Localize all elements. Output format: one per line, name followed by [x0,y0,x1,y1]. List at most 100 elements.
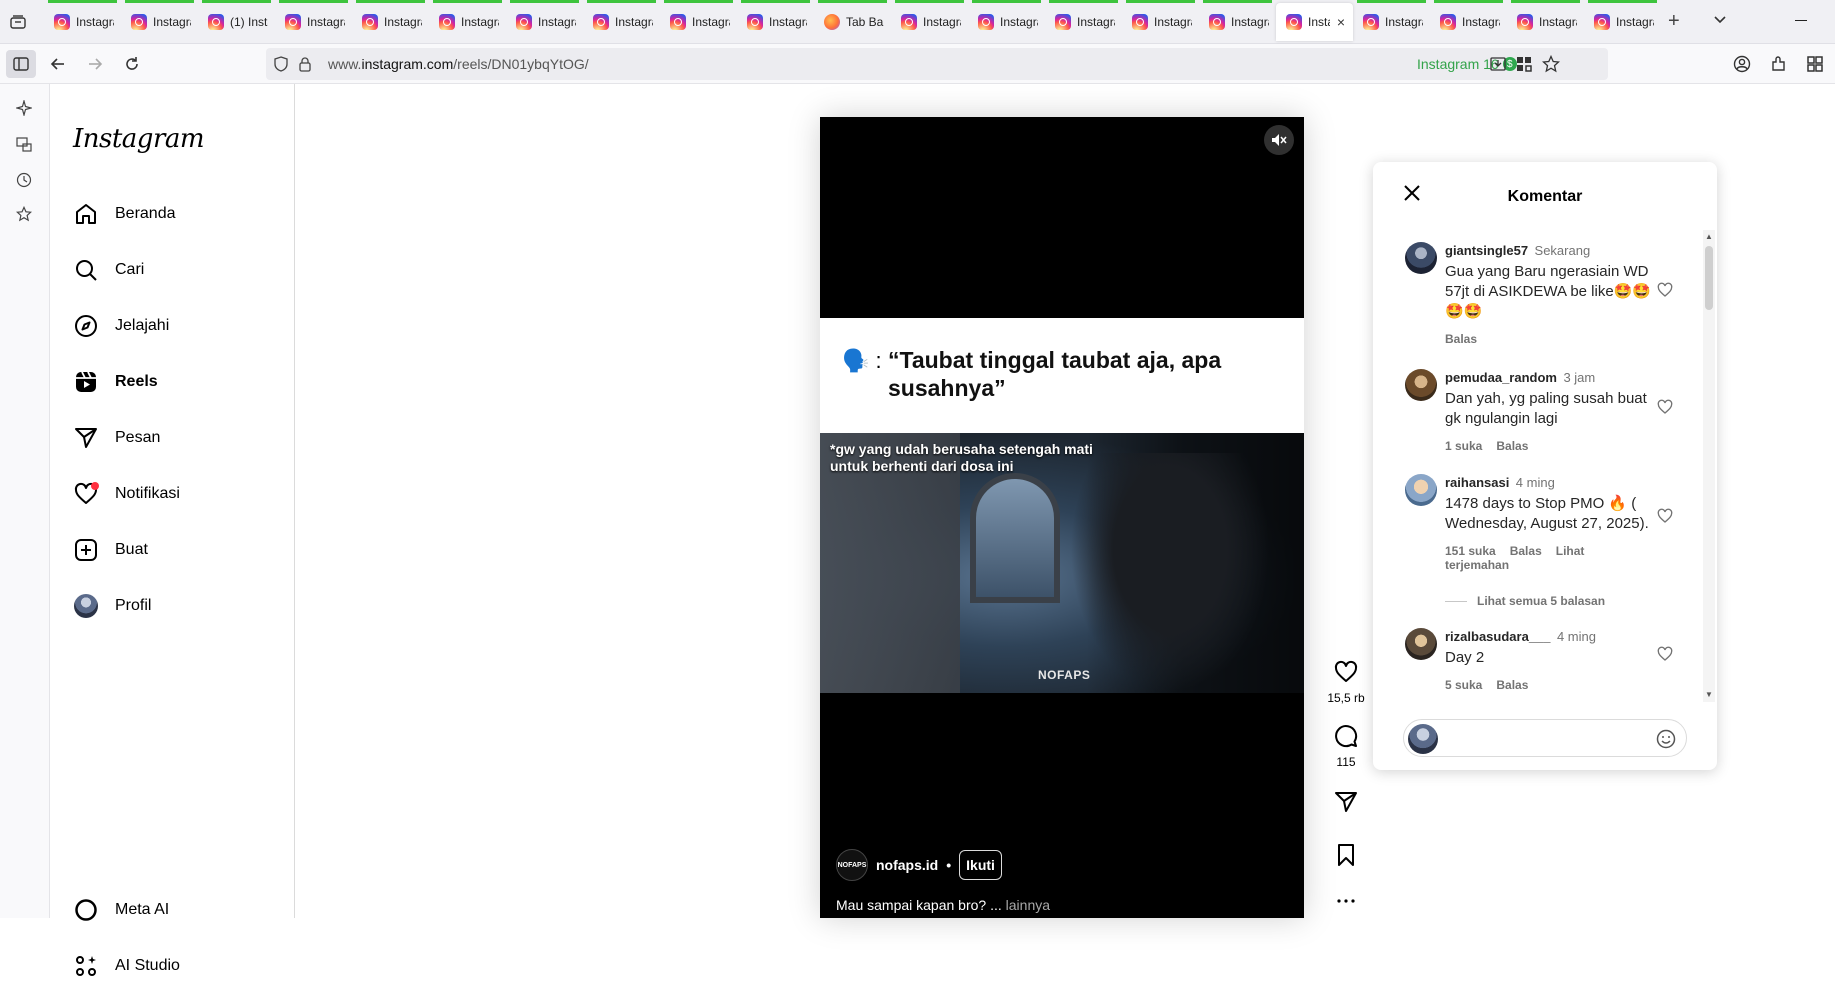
url-text[interactable]: www.instagram.com/reels/DN01ybqYtOG/ [328,56,589,72]
new-tab-button[interactable]: + [1668,10,1680,33]
reply-link[interactable]: Balas [1496,439,1528,453]
bookmark-star-icon[interactable] [1541,54,1561,78]
comment-username[interactable]: pemudaa_random [1445,370,1557,385]
sidebar-toggle-icon[interactable] [6,50,36,78]
tab-label: Instagram [692,15,730,29]
scrollbar-thumb[interactable] [1705,246,1713,310]
emoji-icon[interactable] [1656,729,1676,749]
download-page-icon[interactable] [1490,56,1506,77]
browser-tab[interactable]: Instagram [1507,0,1584,44]
nav-item-jelajahi[interactable]: Jelajahi [63,298,283,354]
browser-tab[interactable]: Instagram [660,0,737,44]
view-replies-link[interactable]: Lihat semua 5 balasan [1445,594,1605,608]
more-link[interactable]: lainnya [1006,897,1050,913]
like-count-link[interactable]: 1 suka [1445,439,1482,453]
lock-icon[interactable] [298,56,312,77]
browser-tab[interactable]: Instagram [891,0,968,44]
comment-username[interactable]: rizalbasudara___ [1445,629,1551,644]
tracking-shield-icon[interactable] [274,56,288,77]
back-icon[interactable] [46,52,70,76]
browser-tab[interactable]: Instagram [968,0,1045,44]
nav-item-profil[interactable]: Profil [63,578,283,634]
save-action[interactable] [1320,843,1372,870]
author-avatar[interactable]: NOFAPS [836,849,868,881]
scroll-up-icon[interactable]: ▲ [1705,232,1713,241]
qr-code-icon[interactable] [1516,56,1532,77]
browser-tab[interactable]: Instagram [1122,0,1199,44]
nav-item-meta-ai[interactable]: Meta AI [63,882,283,938]
reply-link[interactable]: Balas [1445,332,1477,346]
commenter-avatar[interactable] [1405,369,1437,401]
commenter-avatar[interactable] [1405,242,1437,274]
comment-icon[interactable] [1334,724,1358,751]
nav-item-notifikasi[interactable]: Notifikasi [63,466,283,522]
bookmarks-star-icon[interactable] [14,204,34,224]
browser-tab[interactable]: Instagram [1199,0,1276,44]
comment-heart-icon[interactable] [1657,508,1673,524]
address-bar[interactable]: www.instagram.com/reels/DN01ybqYtOG/ Ins… [266,48,1608,80]
author-username[interactable]: nofaps.id [876,857,938,873]
browser-tab[interactable]: Instagram [1045,0,1122,44]
browser-tab[interactable]: Instagram [506,0,583,44]
browser-tab[interactable]: Instagram [429,0,506,44]
comment-heart-icon[interactable] [1657,399,1673,415]
browser-tab[interactable]: Instagram [583,0,660,44]
nav-item-ai-studio[interactable]: AI Studio [63,938,283,994]
browser-tab[interactable]: Instagram [1430,0,1507,44]
like-count-link[interactable]: 151 suka [1445,544,1496,558]
comment-username[interactable]: giantsingle57 [1445,243,1528,258]
browser-tab[interactable]: Instagram [352,0,429,44]
list-all-tabs-icon[interactable] [1712,12,1728,33]
browser-tab[interactable]: Instagram [275,0,352,44]
reload-icon[interactable] [120,52,144,76]
comments-scrollbar[interactable]: ▲ ▼ [1703,230,1715,702]
share-action[interactable] [1320,790,1372,817]
nav-item-reels[interactable]: Reels [63,354,283,410]
more-dots-icon[interactable] [1334,895,1358,910]
browser-tab[interactable]: Tab Baru [814,0,891,44]
follow-button[interactable]: Ikuti [959,850,1002,880]
browser-tab[interactable]: Instagram [44,0,121,44]
instagram-logo[interactable]: Instagram [73,124,205,154]
comment-action[interactable]: 115 [1320,724,1372,769]
like-action[interactable]: 15,5 rb [1320,660,1372,705]
synced-tabs-icon[interactable] [14,134,34,154]
bookmark-icon[interactable] [1334,843,1358,870]
nav-item-beranda[interactable]: Beranda [63,186,283,242]
comment-heart-icon[interactable] [1657,646,1673,662]
like-count-link[interactable]: 5 suka [1445,678,1482,692]
browser-tab[interactable]: Instagram [737,0,814,44]
nav-item-buat[interactable]: Buat [63,522,283,578]
browser-tab[interactable]: (1) Instagram [198,0,275,44]
nav-item-pesan[interactable]: Pesan [63,410,283,466]
reel-watermark: NOFAPS [1038,668,1091,682]
forward-icon[interactable] [83,52,107,76]
reply-link[interactable]: Balas [1510,544,1542,558]
muted-speaker-icon[interactable] [1264,125,1294,155]
minimize-window-button[interactable] [1795,20,1807,21]
reply-link[interactable]: Balas [1496,678,1528,692]
app-menu-icon[interactable] [1803,52,1827,76]
tab-overview-icon[interactable] [8,12,28,32]
browser-tab[interactable]: Instagram [121,0,198,44]
heart-icon[interactable] [1334,660,1358,687]
comment-input[interactable] [1444,728,1644,748]
browser-tab[interactable]: Instagram [1584,0,1661,44]
commenter-avatar[interactable] [1405,628,1437,660]
close-tab-icon[interactable]: × [1337,14,1345,30]
reply-line [1445,600,1467,602]
history-icon[interactable] [14,170,34,190]
more-options-action[interactable] [1320,895,1372,910]
nav-item-cari[interactable]: Cari [63,242,283,298]
extensions-icon[interactable] [1767,52,1791,76]
reel-video[interactable]: 🗣️ : “Taubat tinggal taubat aja, apa sus… [820,117,1304,918]
browser-tab[interactable]: Instagram × [1276,3,1353,41]
send-icon[interactable] [1334,790,1358,817]
comment-heart-icon[interactable] [1657,282,1673,298]
scroll-down-icon[interactable]: ▼ [1705,690,1713,699]
browser-tab[interactable]: Instagram [1353,0,1430,44]
comment-username[interactable]: raihansasi [1445,475,1509,490]
account-icon[interactable] [1730,52,1754,76]
commenter-avatar[interactable] [1405,474,1437,506]
ai-chatbot-icon[interactable] [14,98,34,118]
